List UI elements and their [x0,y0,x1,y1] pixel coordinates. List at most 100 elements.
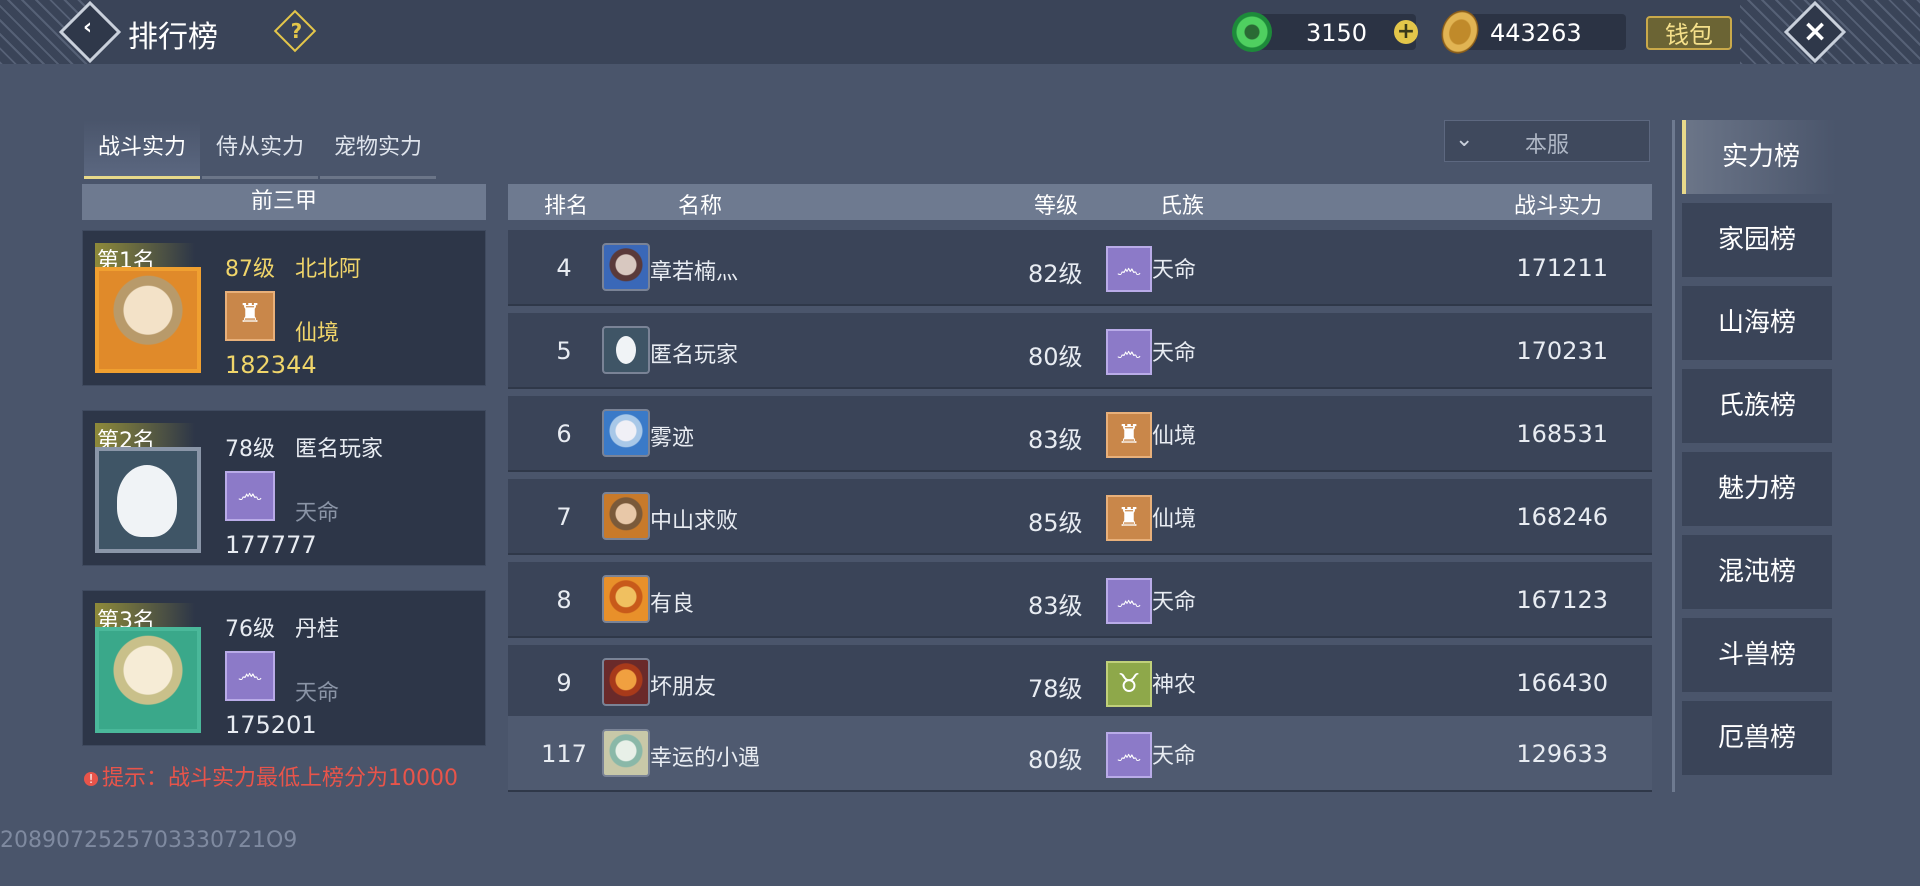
row-power: 129633 [1516,740,1608,768]
row-level: 82级 [1028,260,1083,288]
clan-xianjing-icon: ♜ [1106,412,1152,458]
clan-xianjing-icon: ♜ [225,291,275,341]
self-rank-row[interactable]: 117 幸运的小遇 80级 ෴ 天命 129633 [508,716,1652,792]
side-tab-power[interactable]: 实力榜 [1682,120,1836,194]
row-name: 有良 [650,592,695,617]
player-level: 78级 [225,437,275,462]
table-row[interactable]: 8 有良 83级 ෴ 天命 167123 [508,562,1652,638]
avatar [602,409,650,457]
question-icon: ? [290,19,303,43]
clan-tianming-icon: ෴ [1106,329,1152,375]
side-menu-divider [1672,120,1675,792]
silhouette-icon [117,465,177,537]
avatar [95,447,201,553]
row-level: 83级 [1028,592,1083,620]
side-tab-home[interactable]: 家园榜 [1682,203,1832,277]
col-level: 等级 [1034,194,1079,219]
add-currency-button[interactable]: + [1394,20,1418,44]
page-title: 排行榜 [128,20,218,55]
table-row[interactable]: 7 中山求败 85级 ♜ 仙境 168246 [508,479,1652,555]
player-name: 匿名玩家 [295,437,384,462]
top3-card-2[interactable]: 第2名 78级 匿名玩家 ෴ 天命 177777 [82,410,486,566]
table-row[interactable]: 9 坏朋友 78级 ♉ 神农 166430 [508,645,1652,721]
avatar [602,243,650,291]
avatar [602,326,650,374]
col-clan: 氏族 [1160,194,1205,219]
side-tab-fierce-beast[interactable]: 厄兽榜 [1682,701,1832,775]
table-row[interactable]: 4 章若楠灬 82级 ෴ 天命 171211 [508,230,1652,306]
server-filter-select[interactable]: ⌄ 本服 [1444,120,1650,162]
clan-xianjing-icon: ♜ [1106,495,1152,541]
row-power: 167123 [1516,586,1608,614]
clan-name: 天命 [295,501,340,526]
avatar [602,658,650,706]
row-power: 170231 [1516,337,1608,365]
row-power: 171211 [1516,254,1608,282]
row-name: 匿名玩家 [650,343,739,368]
player-name: 北北阿 [295,257,362,282]
silhouette-icon [616,336,636,364]
battle-power: 182344 [225,351,317,379]
side-tab-beast-fight[interactable]: 斗兽榜 [1682,618,1832,692]
side-tab-charm[interactable]: 魅力榜 [1682,452,1832,526]
row-name: 坏朋友 [650,675,717,700]
side-tab-chaos[interactable]: 混沌榜 [1682,535,1832,609]
clan-tianming-icon: ෴ [1106,578,1152,624]
battle-power: 177777 [225,531,317,559]
row-name: 章若楠灬 [650,260,739,285]
table-header: 排名 名称 等级 氏族 战斗实力 [508,184,1652,220]
tip-text: 提示：战斗实力最低上榜分为10000 [102,766,458,791]
row-level: 85级 [1028,509,1083,537]
top3-card-3[interactable]: 第3名 76级 丹桂 ෴ 天命 175201 [82,590,486,746]
avatar [602,492,650,540]
side-tab-clan[interactable]: 氏族榜 [1682,369,1832,443]
avatar [602,729,650,777]
player-level: 76级 [225,617,275,642]
row-power: 166430 [1516,669,1608,697]
avatar [95,267,201,373]
table-row[interactable]: 5 匿名玩家 80级 ෴ 天命 170231 [508,313,1652,389]
alert-icon: ! [84,772,98,786]
tab-battle-power[interactable]: 战斗实力 [84,120,200,179]
clan-shennong-icon: ♉ [1106,661,1152,707]
side-tab-shanhai[interactable]: 山海榜 [1682,286,1832,360]
user-id: 2089072525703330721O9 [0,828,298,853]
row-clan: 天命 [1152,258,1197,283]
col-name: 名称 [678,194,723,219]
avatar [602,575,650,623]
top3-card-1[interactable]: 第1名 87级 北北阿 ♜ 仙境 182344 [82,230,486,386]
player-name: 丹桂 [295,617,340,642]
chevron-down-icon: ⌄ [1455,127,1474,152]
row-level: 80级 [1028,746,1083,774]
col-power: 战斗实力 [1514,194,1603,219]
row-level: 78级 [1028,675,1083,703]
gold-amount: 443263 [1490,19,1582,47]
row-level: 80级 [1028,343,1083,371]
jade-amount: 3150 [1306,19,1368,47]
top3-header: 前三甲 [82,184,486,220]
player-level: 87级 [225,257,275,282]
server-filter-value: 本服 [1525,133,1570,158]
clan-tianming-icon: ෴ [1106,246,1152,292]
clan-tianming-icon: ෴ [1106,732,1152,778]
row-power: 168246 [1516,503,1608,531]
row-name: 中山求败 [650,509,739,534]
row-clan: 仙境 [1152,507,1197,532]
clan-tianming-icon: ෴ [225,651,275,701]
chevron-left-icon: ‹ [83,14,93,40]
row-clan: 天命 [1152,744,1197,769]
wallet-button[interactable]: 钱包 [1646,16,1732,50]
min-score-tip: ! 提示：战斗实力最低上榜分为10000 [84,760,458,792]
row-name: 幸运的小遇 [650,746,761,771]
row-clan: 神农 [1152,673,1197,698]
row-clan: 仙境 [1152,424,1197,449]
table-row[interactable]: 6 雾迹 83级 ♜ 仙境 168531 [508,396,1652,472]
col-rank: 排名 [544,194,589,219]
avatar [95,627,201,733]
battle-power: 175201 [225,711,317,739]
row-power: 168531 [1516,420,1608,448]
jade-icon [1232,12,1272,52]
clan-name: 天命 [295,681,340,706]
tab-attendant-power[interactable]: 侍从实力 [202,120,318,179]
tab-pet-power[interactable]: 宠物实力 [320,120,436,179]
